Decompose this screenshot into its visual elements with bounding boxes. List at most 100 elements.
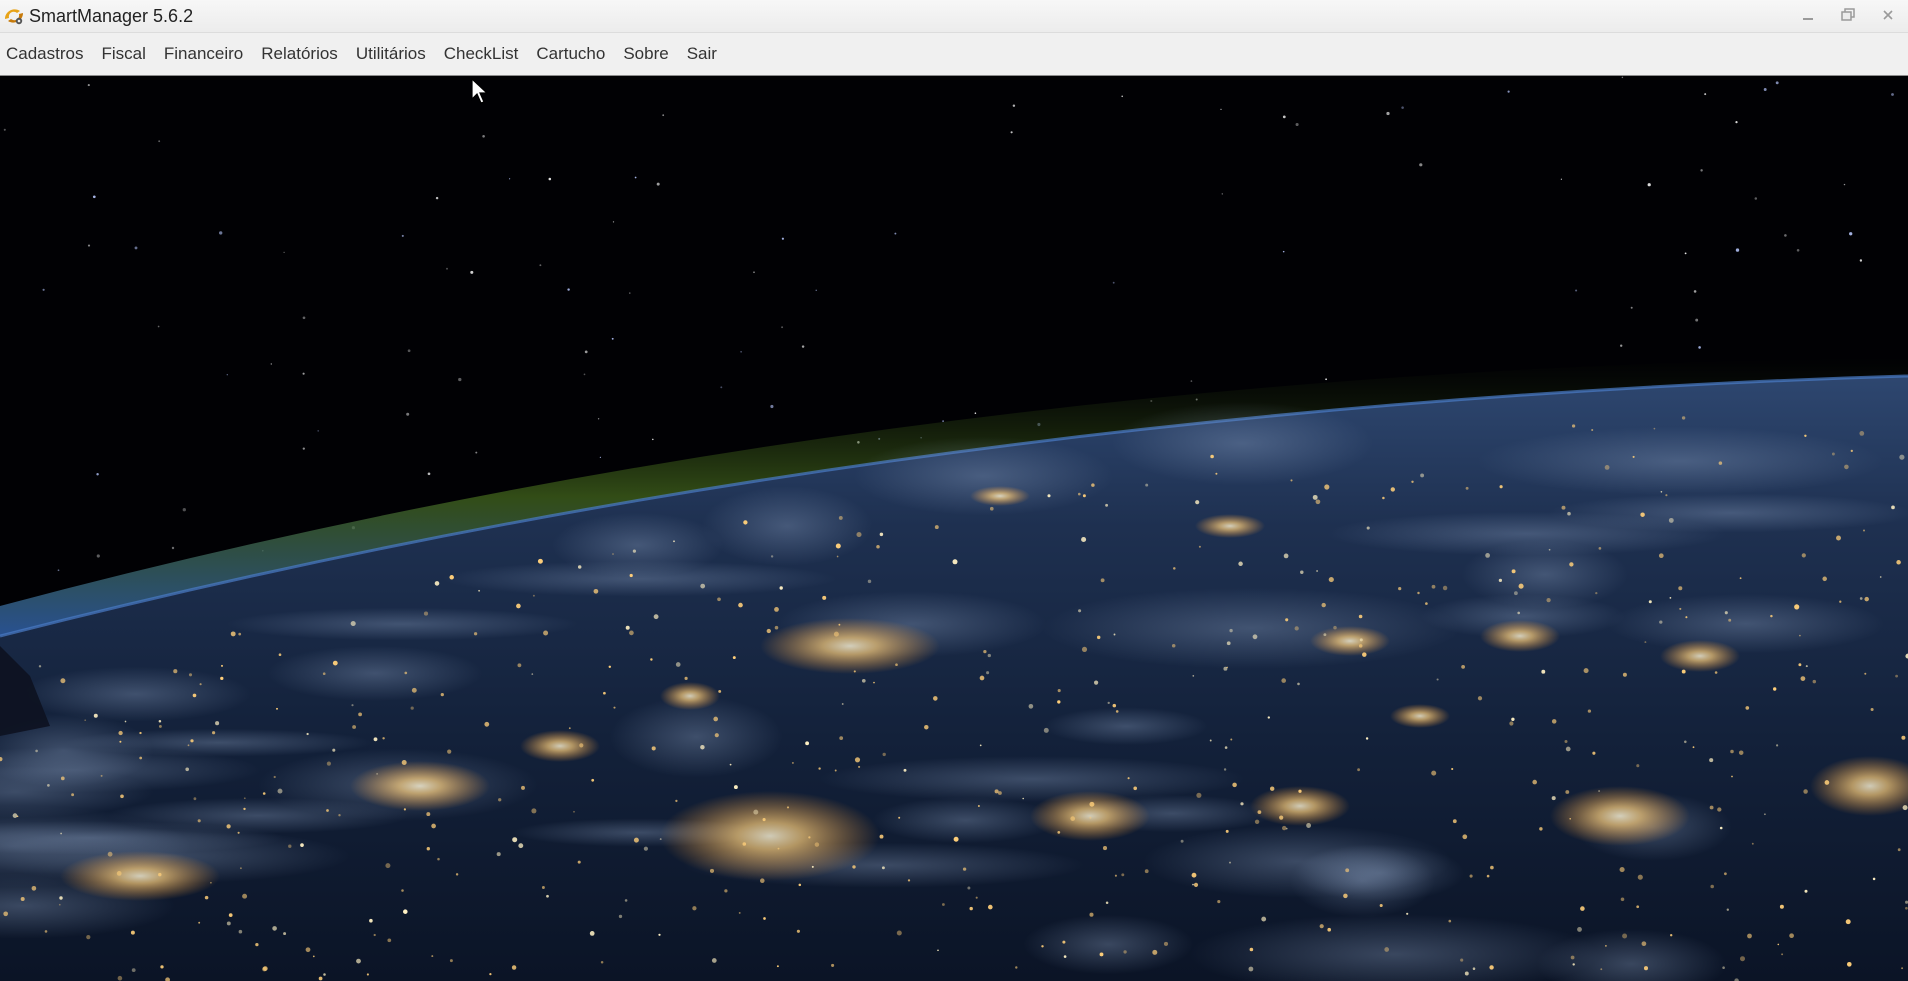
city-light — [1719, 826, 1723, 830]
city-light — [1836, 535, 1841, 541]
close-button[interactable] — [1868, 0, 1908, 30]
menu-sair[interactable]: Sair — [678, 39, 726, 69]
city-light — [1358, 614, 1363, 619]
menu-relatorios[interactable]: Relatórios — [252, 39, 347, 69]
city-light — [1824, 780, 1830, 785]
cloud — [1042, 587, 1461, 669]
star — [801, 345, 805, 348]
city-light — [1382, 496, 1385, 500]
city-light — [989, 506, 994, 511]
title-bar[interactable]: SmartManager 5.6.2 — [0, 0, 1908, 33]
maximize-button[interactable] — [1828, 0, 1868, 30]
city-light — [1692, 746, 1695, 749]
city-glow — [970, 486, 1030, 506]
city-light — [895, 663, 898, 667]
city-light — [1210, 454, 1214, 459]
star — [42, 288, 45, 291]
star — [134, 246, 138, 250]
star — [1575, 289, 1578, 292]
star — [1220, 108, 1222, 111]
city-light — [124, 720, 127, 723]
city-light — [1799, 634, 1801, 637]
city-light — [1846, 961, 1852, 967]
city-light — [873, 681, 875, 684]
city-light — [3, 911, 9, 917]
city-light — [326, 761, 331, 766]
city-light — [738, 911, 741, 914]
city-light — [1895, 674, 1898, 678]
city-light — [1417, 591, 1420, 595]
city-light — [732, 656, 736, 660]
city-light — [1294, 626, 1299, 631]
city-light — [20, 897, 25, 901]
city-light — [193, 797, 197, 801]
menu-fiscal[interactable]: Fiscal — [92, 39, 154, 69]
menu-checklist[interactable]: CheckList — [435, 39, 528, 69]
city-light — [484, 721, 490, 727]
star — [1620, 344, 1623, 347]
city-light — [440, 692, 444, 697]
star — [584, 350, 588, 354]
city-light — [404, 671, 408, 675]
city-light — [879, 834, 884, 839]
star — [656, 182, 660, 186]
city-light — [1269, 786, 1275, 791]
city-light — [1191, 872, 1197, 878]
city-light — [1577, 926, 1582, 932]
city-light — [541, 886, 545, 889]
city-light — [1548, 548, 1551, 551]
star — [1775, 81, 1779, 85]
menu-bar: Cadastros Fiscal Financeiro Relatórios U… — [0, 33, 1908, 76]
star — [3, 128, 6, 131]
city-light — [35, 749, 38, 753]
city-light — [1192, 675, 1195, 677]
city-light — [1398, 586, 1402, 591]
city-light — [1776, 744, 1779, 747]
city-light — [898, 816, 901, 819]
city-light — [1123, 950, 1127, 954]
city-light — [1282, 825, 1287, 831]
city-light — [410, 706, 414, 710]
city-light — [1864, 596, 1869, 602]
restore-icon — [1841, 8, 1855, 21]
city-light — [1571, 424, 1576, 428]
city-light — [107, 851, 113, 857]
star — [96, 472, 99, 476]
city-glow — [1550, 786, 1690, 846]
city-light — [791, 761, 794, 764]
star — [226, 374, 228, 376]
city-light — [1859, 597, 1863, 600]
city-light — [1565, 790, 1570, 794]
menu-cartucho[interactable]: Cartucho — [527, 39, 614, 69]
city-light — [881, 866, 885, 870]
city-light — [1598, 547, 1602, 550]
menu-sobre[interactable]: Sobre — [614, 39, 677, 69]
menu-financeiro[interactable]: Financeiro — [155, 39, 252, 69]
cloud — [872, 797, 1059, 844]
city-light — [714, 733, 719, 738]
city-light — [1102, 846, 1108, 851]
city-light — [1406, 912, 1409, 915]
star — [1560, 178, 1562, 180]
city-light — [700, 744, 705, 750]
city-light — [1297, 682, 1300, 686]
city-light — [1897, 848, 1901, 852]
star — [317, 430, 320, 432]
city-light — [358, 712, 362, 717]
city-light — [1261, 916, 1267, 922]
menu-utilitarios[interactable]: Utilitários — [347, 39, 435, 69]
menu-cadastros[interactable]: Cadastros — [0, 39, 92, 69]
city-light — [531, 808, 537, 814]
city-light — [323, 973, 326, 976]
city-light — [1709, 758, 1714, 763]
city-light — [117, 975, 123, 981]
city-light — [243, 797, 246, 800]
city-light — [1804, 434, 1807, 438]
city-light — [733, 785, 738, 790]
city-light — [1862, 529, 1866, 532]
city-light — [675, 799, 678, 803]
city-light — [796, 929, 800, 933]
minimize-button[interactable] — [1788, 0, 1828, 30]
city-light — [1905, 906, 1908, 910]
minimize-icon — [1803, 18, 1813, 20]
